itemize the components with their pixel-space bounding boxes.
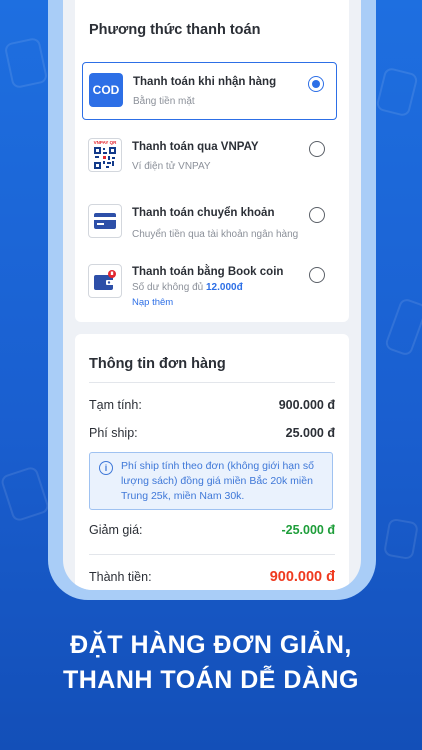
subtotal-label: Tạm tính: — [89, 398, 142, 412]
shipping-info-box: i Phí ship tính theo đơn (không giới hạn… — [89, 452, 333, 510]
radio-selected[interactable] — [308, 76, 324, 92]
divider — [89, 382, 335, 383]
subtotal-value: 900.000 đ — [278, 398, 335, 412]
wallet-icon — [88, 264, 122, 298]
phone-screen: Phương thức thanh toán COD Thanh toán kh… — [63, 0, 361, 590]
payment-option-cod[interactable]: COD Thanh toán khi nhận hàng Bằng tiền m… — [82, 62, 337, 120]
background-doodle — [3, 36, 49, 90]
total-label: Thành tiền: — [89, 570, 152, 584]
payment-option-title: Thanh toán chuyển khoản — [132, 207, 275, 219]
discount-value: -25.000 đ — [281, 523, 335, 537]
headline-line-1: ĐẶT HÀNG ĐƠN GIẢN, — [70, 631, 352, 659]
shipping-note: Phí ship tính theo đơn (không giới hạn s… — [121, 460, 314, 502]
top-up-link[interactable]: Nạp thêm — [132, 297, 173, 308]
divider — [89, 554, 335, 555]
discount-label: Giảm giá: — [89, 523, 143, 537]
payment-method-card: Phương thức thanh toán COD Thanh toán kh… — [75, 0, 349, 322]
info-icon: i — [99, 461, 113, 475]
order-info-card: Thông tin đơn hàng Tạm tính: 900.000 đ P… — [75, 334, 349, 590]
headline-line-2: THANH TOÁN DỄ DÀNG — [62, 666, 360, 694]
shipping-value: 25.000 đ — [285, 426, 335, 440]
order-section-title: Thông tin đơn hàng — [89, 356, 226, 372]
background-doodle — [0, 465, 51, 523]
payment-option-subtitle: Bằng tiền mặt — [133, 96, 195, 107]
vnpay-qr-icon: VNPAY QR — [88, 138, 122, 172]
bank-card-icon — [88, 204, 122, 238]
payment-option-title: Thanh toán khi nhận hàng — [133, 76, 277, 88]
background-doodle — [382, 517, 420, 561]
book-coin-balance: 12.000đ — [205, 282, 243, 293]
total-value: 900.000 đ — [269, 569, 335, 585]
radio-unselected[interactable] — [309, 141, 325, 157]
payment-option-bank-transfer[interactable]: Thanh toán chuyển khoản Chuyển tiền qua … — [82, 194, 337, 252]
shipping-label: Phí ship: — [89, 426, 138, 440]
payment-option-subtitle: Chuyển tiền qua tài khoản ngân hàng — [132, 229, 299, 240]
cod-icon: COD — [89, 73, 123, 107]
payment-option-vnpay[interactable]: VNPAY QR Thanh toán qua VNPAY Ví điện tử… — [82, 128, 337, 186]
radio-unselected[interactable] — [309, 207, 325, 223]
payment-option-title: Thanh toán bằng Book coin — [132, 266, 284, 278]
payment-section-title: Phương thức thanh toán — [89, 22, 261, 38]
payment-option-book-coin[interactable]: Thanh toán bằng Book coin Số dư không đủ… — [82, 254, 337, 316]
payment-option-title: Thanh toán qua VNPAY — [132, 141, 259, 153]
radio-unselected[interactable] — [309, 267, 325, 283]
payment-option-subtitle: Ví điện tử VNPAY — [132, 161, 211, 172]
background-doodle — [375, 66, 419, 118]
background-doodle — [383, 296, 422, 358]
payment-option-subtitle: Số dư không đủ 12.000đ — [132, 282, 243, 293]
